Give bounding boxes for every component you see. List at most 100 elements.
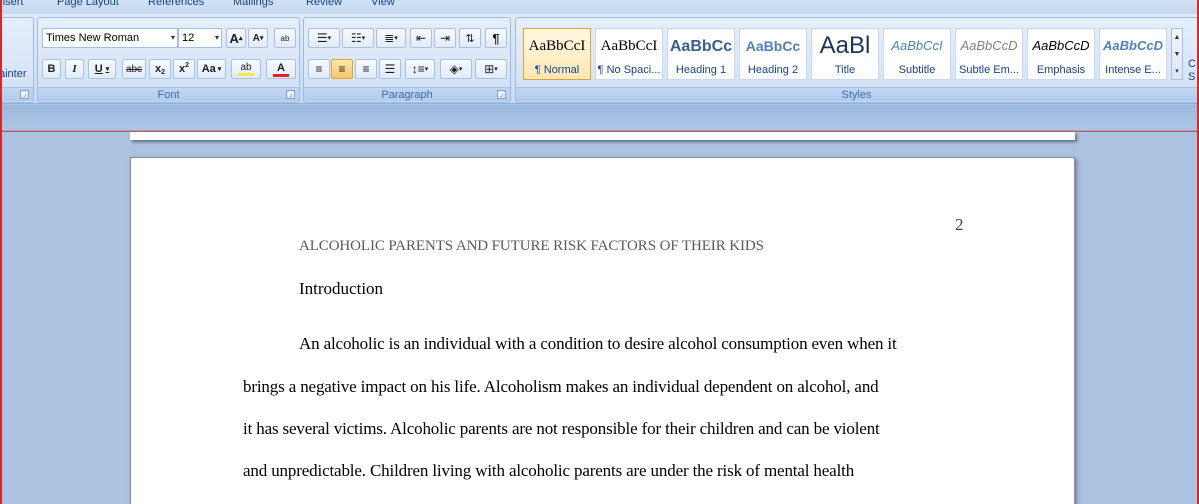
font-name-value: Times New Roman — [46, 32, 140, 44]
font-launcher-icon[interactable]: ⌟ — [286, 90, 295, 99]
change-styles-label[interactable]: C — [1188, 58, 1196, 70]
line-spacing-button[interactable]: ↕≡ ▾ — [405, 59, 435, 79]
style-no-spacing[interactable]: AaBbCcI ¶ No Spaci... — [595, 28, 663, 80]
justify-button[interactable]: ☰ — [379, 59, 401, 79]
grow-font-button[interactable]: A ▴ — [226, 28, 246, 48]
show-formatting-button[interactable]: ¶ — [485, 28, 507, 48]
justify-icon: ☰ — [384, 62, 396, 76]
decrease-indent-button[interactable]: ⇤ — [410, 28, 432, 48]
clear-formatting-icon: ab — [280, 33, 290, 43]
align-left-icon: ≡ — [315, 62, 323, 76]
body-text-line[interactable]: An alcoholic is an individual with a con… — [299, 334, 897, 354]
strikethrough-button[interactable]: abc — [122, 59, 146, 79]
sort-button[interactable]: ⇅ — [459, 28, 481, 48]
page-number: 2 — [955, 215, 964, 234]
style-sample: AaBbCc — [745, 38, 801, 54]
highlight-button[interactable]: ab — [231, 59, 261, 79]
scroll-up-icon[interactable]: ▲ — [1172, 29, 1182, 46]
change-styles-label-2[interactable]: S — [1188, 71, 1195, 83]
chevron-down-icon: ▾ — [170, 33, 175, 42]
align-right-icon: ≡ — [362, 62, 370, 76]
numbering-button[interactable]: ☷ ▾ — [342, 28, 374, 48]
highlight-color-bar — [238, 72, 254, 76]
superscript-button[interactable]: x2 — [173, 59, 195, 79]
tab-view[interactable]: View — [371, 0, 395, 8]
style-heading-2[interactable]: AaBbCc Heading 2 — [739, 28, 807, 80]
body-text-line[interactable]: and unpredictable. Children living with … — [243, 461, 854, 481]
style-name: Subtitle — [898, 64, 936, 76]
tab-page-layout[interactable]: Page Layout — [57, 0, 119, 8]
decrease-indent-icon: ⇤ — [415, 31, 427, 45]
tab-references[interactable]: References — [148, 0, 204, 8]
style-name: ¶ No Spaci... — [597, 64, 661, 76]
ribbon: ainter ⌟ Times New Roman ▾ 12 ▾ A ▴ A ▾ ab… — [0, 14, 1199, 104]
font-color-icon: A — [277, 61, 285, 74]
change-case-button[interactable]: Aa ▾ — [197, 59, 226, 79]
subscript-button[interactable]: x2 — [149, 59, 171, 79]
bullets-button[interactable]: ☰ ▾ — [308, 28, 340, 48]
align-center-button[interactable]: ≡ — [331, 59, 353, 79]
document-workspace: 2 ALCOHOLIC PARENTS AND FUTURE RISK FACT… — [0, 105, 1199, 504]
style-sample: AaBl — [819, 32, 871, 59]
borders-button[interactable]: ⊞ ▾ — [475, 59, 507, 79]
body-text-line[interactable]: it has several victims. Alcoholic parent… — [243, 419, 880, 439]
window-border-left — [0, 0, 2, 504]
tab-review[interactable]: Review — [306, 0, 342, 8]
align-right-button[interactable]: ≡ — [355, 59, 377, 79]
bold-button[interactable]: B — [42, 59, 61, 79]
italic-button[interactable]: I — [65, 59, 84, 79]
styles-gallery-scroller[interactable]: ▲ ▼ ▾ — [1171, 28, 1183, 80]
tab-insert[interactable]: nsert — [0, 0, 23, 8]
style-name: Heading 2 — [747, 64, 799, 76]
tab-mailings[interactable]: Mailings — [233, 0, 273, 8]
window-accent-line — [0, 131, 1199, 132]
style-emphasis[interactable]: AaBbCcD Emphasis — [1027, 28, 1095, 80]
font-color-button[interactable]: A — [266, 59, 296, 79]
document-page[interactable]: 2 ALCOHOLIC PARENTS AND FUTURE RISK FACT… — [130, 157, 1075, 504]
font-size-value: 12 — [182, 32, 195, 44]
multilevel-list-button[interactable]: ≣ ▾ — [376, 28, 406, 48]
style-normal[interactable]: AaBbCcI ¶ Normal — [523, 28, 591, 80]
clipboard-group: ainter ⌟ — [0, 17, 34, 103]
font-size-combo[interactable]: 12 ▾ — [178, 28, 222, 48]
style-intense-emphasis[interactable]: AaBbCcD Intense E... — [1099, 28, 1167, 80]
styles-group: AaBbCcI ¶ Normal AaBbCcI ¶ No Spaci... A… — [515, 17, 1198, 103]
ribbon-tab-strip: nsert Page Layout References Mailings Re… — [0, 0, 1199, 14]
increase-indent-button[interactable]: ⇥ — [434, 28, 456, 48]
subscript-mark: 2 — [161, 68, 166, 76]
underline-button[interactable]: U ▾ — [88, 59, 116, 79]
align-left-button[interactable]: ≡ — [308, 59, 330, 79]
section-heading[interactable]: Introduction — [299, 279, 383, 299]
shading-button[interactable]: ◈ ▾ — [440, 59, 472, 79]
pilcrow-icon: ¶ — [492, 30, 500, 46]
caret-down-icon: ▾ — [259, 35, 264, 42]
style-sample: AaBbCc — [669, 38, 733, 55]
more-styles-icon[interactable]: ▾ — [1172, 63, 1182, 80]
style-name: ¶ Normal — [534, 64, 580, 76]
style-sample: AaBbCcD — [1103, 38, 1163, 53]
styles-group-label: Styles — [516, 87, 1197, 101]
style-subtle-emphasis[interactable]: AaBbCcD Subtle Em... — [955, 28, 1023, 80]
clear-formatting-button[interactable]: ab — [274, 28, 296, 48]
font-group: Times New Roman ▾ 12 ▾ A ▴ A ▾ ab B I U ▾ a… — [37, 17, 300, 103]
font-name-combo[interactable]: Times New Roman ▾ — [42, 28, 178, 48]
style-name: Subtle Em... — [959, 64, 1019, 76]
clipboard-launcher-icon[interactable]: ⌟ — [20, 90, 29, 99]
body-text-line[interactable]: brings a negative impact on his life. Al… — [243, 377, 879, 397]
style-sample: AaBbCcD — [1032, 38, 1090, 53]
chevron-down-icon: ▾ — [214, 33, 219, 42]
paragraph-launcher-icon[interactable]: ⌟ — [497, 90, 506, 99]
style-subtitle[interactable]: AaBbCcI Subtitle — [883, 28, 951, 80]
format-painter-button[interactable]: ainter — [0, 68, 27, 80]
ruler-strip — [0, 105, 1199, 131]
style-title[interactable]: AaBl Title — [811, 28, 879, 80]
strikethrough-icon: abc — [125, 63, 143, 75]
scroll-down-icon[interactable]: ▼ — [1172, 46, 1182, 63]
style-sample: AaBbCcD — [960, 38, 1018, 53]
style-heading-1[interactable]: AaBbCc Heading 1 — [667, 28, 735, 80]
sort-icon: ⇅ — [465, 32, 475, 45]
numbering-icon: ☷ — [350, 31, 362, 45]
shrink-font-button[interactable]: A ▾ — [248, 28, 268, 48]
paragraph-group-label: Paragraph — [304, 87, 510, 101]
chevron-down-icon: ▾ — [217, 66, 222, 73]
